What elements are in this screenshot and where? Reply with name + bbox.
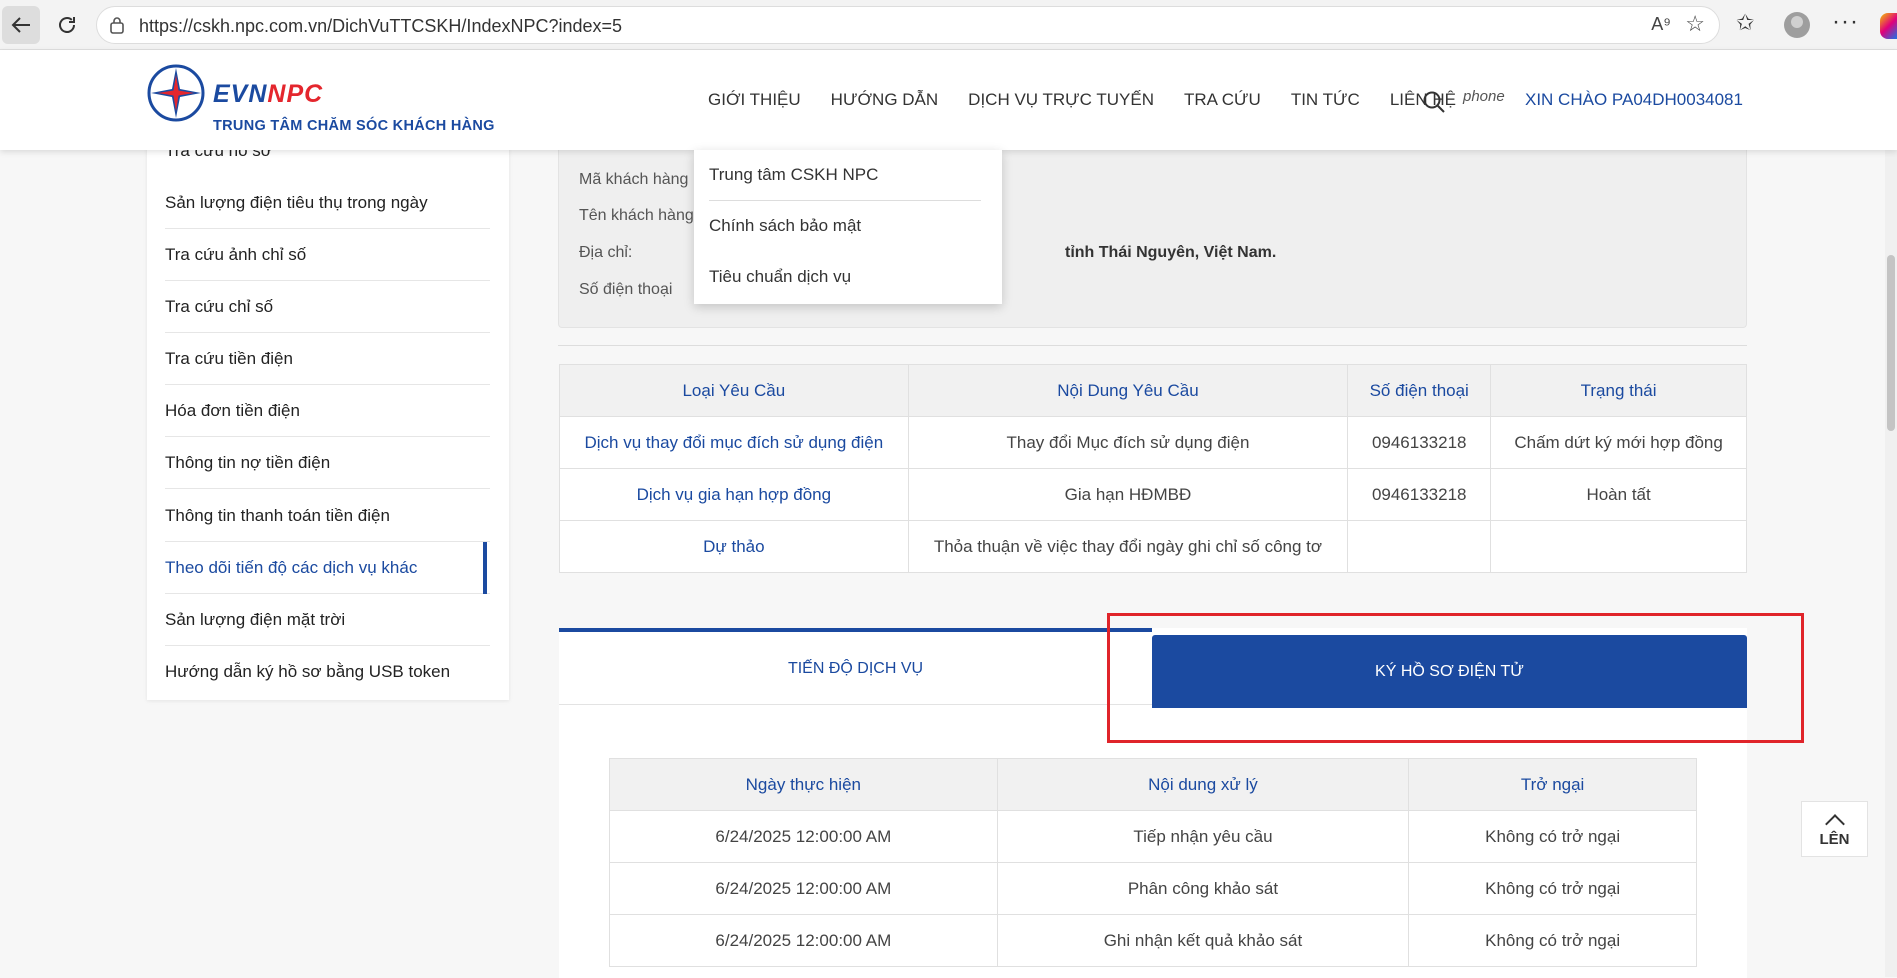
header-trang-thai: Trạng thái	[1490, 364, 1747, 417]
copilot-icon[interactable]	[1880, 13, 1897, 39]
site-header: EVNNPC TRUNG TÂM CHĂM SÓC KHÁCH HÀNG GIỚ…	[0, 50, 1897, 150]
tab-tien-do-dich-vu[interactable]: TIẾN ĐỘ DỊCH VỤ	[559, 633, 1152, 705]
customer-address-value: tỉnh Thái Nguyên, Việt Nam.	[1065, 244, 1277, 261]
progress-obstacle: Không có trở ngại	[1408, 914, 1697, 967]
table-row: 6/24/2025 12:00:00 AM Tiếp nhận yêu cầu …	[609, 810, 1697, 863]
lock-icon	[110, 17, 124, 34]
customer-name-label: Tên khách hàng	[579, 207, 694, 224]
sidebar-item-dien-mat-troi[interactable]: Sản lượng điện mặt trời	[165, 594, 490, 646]
progress-date: 6/24/2025 12:00:00 AM	[609, 914, 998, 967]
favorites-icon[interactable]: ✩	[1736, 10, 1754, 36]
evn-logo-icon[interactable]	[146, 63, 206, 123]
nav-dich-vu-truc-tuyen[interactable]: DỊCH VỤ TRỰC TUYẾN	[968, 90, 1154, 110]
user-greeting[interactable]: XIN CHÀO PA04DH0034081	[1525, 90, 1743, 110]
phone-label[interactable]: phone	[1463, 88, 1505, 105]
dropdown-separator	[709, 200, 981, 201]
request-type-link[interactable]: Dịch vụ gia hạn hợp đồng	[559, 468, 909, 521]
request-content: Thay đổi Mục đích sử dụng điện	[907, 416, 1349, 469]
read-aloud-icon[interactable]: A⁹	[1651, 14, 1671, 35]
nav-tin-tuc[interactable]: TIN TỨC	[1291, 90, 1360, 110]
progress-obstacle: Không có trở ngại	[1408, 810, 1697, 863]
header-tro-ngai: Trở ngại	[1408, 758, 1697, 811]
table-row: Dịch vụ gia hạn hợp đồng Gia hạn HĐMBĐ 0…	[559, 468, 1747, 521]
sidebar-item-chi-so[interactable]: Tra cứu chỉ số	[165, 281, 490, 333]
progress-content: Phân công khảo sát	[996, 862, 1410, 915]
back-to-top-button[interactable]: LÊN	[1801, 801, 1868, 857]
url-text: https://cskh.npc.com.vn/DichVuTTCSKH/Ind…	[139, 16, 623, 36]
table-row: Dự thảo Thỏa thuận về việc thay đổi ngày…	[559, 520, 1747, 573]
highlight-annotation-box	[1107, 613, 1804, 743]
page-scrollbar[interactable]	[1885, 150, 1897, 977]
sidebar-item-san-luong-ngay[interactable]: Sản lượng điện tiêu thụ trong ngày	[165, 177, 490, 229]
scrollbar-thumb[interactable]	[1887, 255, 1895, 431]
progress-date: 6/24/2025 12:00:00 AM	[609, 810, 998, 863]
request-status: Chấm dứt ký mới hợp đồng	[1490, 416, 1747, 469]
header-noi-dung-xu-ly: Nội dung xử lý	[996, 758, 1410, 811]
table-header-row: Loại Yêu Cầu Nội Dung Yêu Cầu Số điện th…	[559, 364, 1747, 417]
sidebar-active-indicator	[483, 542, 487, 594]
nav-gioi-thieu[interactable]: GIỚI THIỆU	[708, 90, 801, 110]
info-divider	[558, 345, 1747, 346]
gioi-thieu-dropdown: Trung tâm CSKH NPC Chính sách bảo mật Ti…	[694, 150, 1002, 304]
request-content: Gia hạn HĐMBĐ	[907, 468, 1349, 521]
request-phone: 0946133218	[1347, 416, 1492, 469]
sidebar-item-theo-doi-tien-do[interactable]: Theo dõi tiến độ các dịch vụ khác	[165, 542, 490, 594]
sidebar: Tra cứu hồ sơ Sản lượng điện tiêu thụ tr…	[147, 130, 509, 700]
progress-table: Ngày thực hiện Nội dung xử lý Trở ngại 6…	[609, 758, 1697, 967]
dropdown-item-standards[interactable]: Tiêu chuẩn dịch vụ	[709, 267, 851, 287]
sidebar-item-hoa-don[interactable]: Hóa đơn tiền điện	[165, 385, 490, 437]
logo-brand-prefix: EVN	[213, 80, 268, 108]
sidebar-item-tien-dien[interactable]: Tra cứu tiền điện	[165, 333, 490, 385]
table-header-row: Ngày thực hiện Nội dung xử lý Trở ngại	[609, 758, 1697, 811]
requests-table: Loại Yêu Cầu Nội Dung Yêu Cầu Số điện th…	[559, 364, 1747, 573]
request-phone	[1347, 520, 1492, 573]
logo-tagline: TRUNG TÂM CHĂM SÓC KHÁCH HÀNG	[213, 118, 495, 134]
request-content: Thỏa thuận về việc thay đổi ngày ghi chỉ…	[907, 520, 1349, 573]
search-icon[interactable]	[1422, 90, 1446, 114]
reload-icon	[59, 17, 75, 33]
arrow-left-icon	[11, 17, 30, 33]
browser-toolbar: https://cskh.npc.com.vn/DichVuTTCSKH/Ind…	[0, 0, 1897, 50]
back-button[interactable]	[2, 6, 40, 44]
customer-phone-label: Số điện thoại	[579, 281, 673, 298]
table-row: 6/24/2025 12:00:00 AM Ghi nhận kết quả k…	[609, 914, 1697, 967]
favorite-star-icon[interactable]: ☆	[1685, 11, 1705, 37]
table-row: 6/24/2025 12:00:00 AM Phân công khảo sát…	[609, 862, 1697, 915]
sidebar-item-anh-chi-so[interactable]: Tra cứu ảnh chỉ số	[165, 229, 490, 281]
header-loai-yeu-cau: Loại Yêu Cầu	[559, 364, 909, 417]
progress-content: Ghi nhận kết quả khảo sát	[996, 914, 1410, 967]
request-type-link[interactable]: Dự thảo	[559, 520, 909, 573]
table-row: Dịch vụ thay đổi mục đích sử dụng điện T…	[559, 416, 1747, 469]
request-phone: 0946133218	[1347, 468, 1492, 521]
progress-date: 6/24/2025 12:00:00 AM	[609, 862, 998, 915]
request-status	[1490, 520, 1747, 573]
nav-tra-cuu[interactable]: TRA CỨU	[1184, 90, 1261, 110]
logo-brand[interactable]: EVNNPC	[213, 80, 323, 109]
more-menu-icon[interactable]: ···	[1832, 8, 1859, 36]
sidebar-item-no-tien-dien[interactable]: Thông tin nợ tiền điện	[165, 437, 490, 489]
header-ngay-thuc-hien: Ngày thực hiện	[609, 758, 998, 811]
request-type-link[interactable]: Dịch vụ thay đổi mục đích sử dụng điện	[559, 416, 909, 469]
customer-code-label: Mã khách hàng	[579, 171, 689, 188]
main-nav: GIỚI THIỆU HƯỚNG DẪN DỊCH VỤ TRỰC TUYẾN …	[708, 90, 1486, 110]
customer-address-label: Địa chỉ:	[579, 244, 633, 261]
logo-brand-suffix: NPC	[267, 80, 324, 108]
sidebar-item-usb-token[interactable]: Hướng dẫn ký hồ sơ bằng USB token	[165, 646, 490, 698]
header-so-dien-thoai: Số điện thoại	[1347, 364, 1492, 417]
sidebar-item-thanh-toan[interactable]: Thông tin thanh toán tiền điện	[165, 490, 490, 542]
header-noi-dung: Nội Dung Yêu Cầu	[907, 364, 1349, 417]
dropdown-item-cskh[interactable]: Trung tâm CSKH NPC	[709, 165, 878, 185]
nav-huong-dan[interactable]: HƯỚNG DẪN	[831, 90, 939, 110]
progress-content: Tiếp nhận yêu cầu	[996, 810, 1410, 863]
request-status: Hoàn tất	[1490, 468, 1747, 521]
profile-avatar[interactable]	[1784, 12, 1810, 38]
address-bar[interactable]: https://cskh.npc.com.vn/DichVuTTCSKH/Ind…	[96, 6, 1720, 44]
dropdown-item-privacy[interactable]: Chính sách bảo mật	[709, 216, 861, 236]
reload-button[interactable]	[48, 6, 86, 44]
progress-obstacle: Không có trở ngại	[1408, 862, 1697, 915]
active-tab-indicator	[559, 628, 1152, 632]
